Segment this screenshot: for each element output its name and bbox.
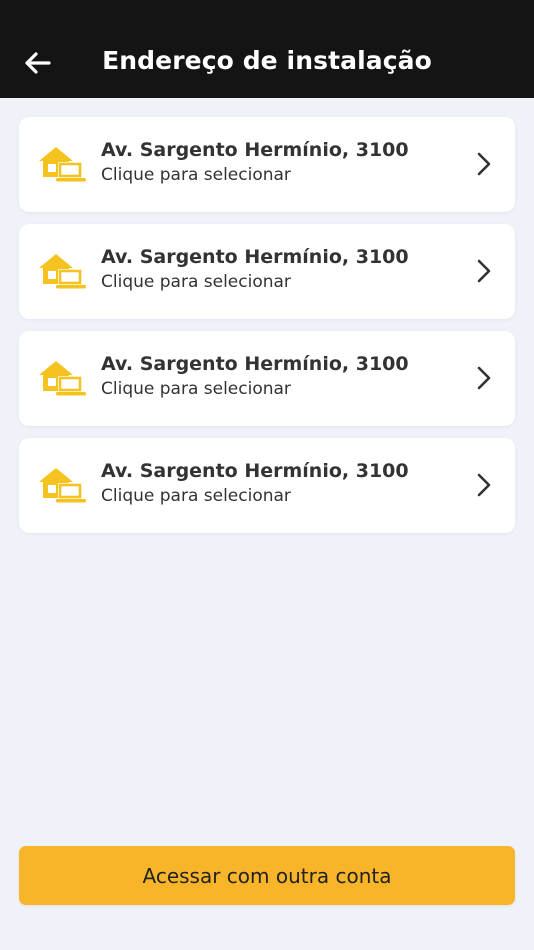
home-laptop-icon xyxy=(39,468,86,503)
address-text: Av. Sargento Hermínio, 3100 Clique para … xyxy=(101,138,409,188)
address-card[interactable]: Av. Sargento Hermínio, 3100 Clique para … xyxy=(19,117,515,212)
address-card[interactable]: Av. Sargento Hermínio, 3100 Clique para … xyxy=(19,438,515,533)
address-list: Av. Sargento Hermínio, 3100 Clique para … xyxy=(19,117,515,545)
address-title: Av. Sargento Hermínio, 3100 xyxy=(101,460,409,482)
home-laptop-icon xyxy=(39,147,86,182)
page-title: Endereço de instalação xyxy=(102,46,432,75)
address-text: Av. Sargento Hermínio, 3100 Clique para … xyxy=(101,352,409,402)
address-title: Av. Sargento Hermínio, 3100 xyxy=(101,246,409,268)
app-screen: Endereço de instalação Av. Sargento Herm… xyxy=(0,0,534,950)
address-title: Av. Sargento Hermínio, 3100 xyxy=(101,353,409,375)
chevron-right-icon xyxy=(477,259,491,283)
address-card[interactable]: Av. Sargento Hermínio, 3100 Clique para … xyxy=(19,331,515,426)
app-header: Endereço de instalação xyxy=(0,0,534,98)
home-laptop-icon xyxy=(39,361,86,396)
address-subtitle: Clique para selecionar xyxy=(101,379,291,399)
address-card[interactable]: Av. Sargento Hermínio, 3100 Clique para … xyxy=(19,224,515,319)
address-text: Av. Sargento Hermínio, 3100 Clique para … xyxy=(101,245,409,295)
address-subtitle: Clique para selecionar xyxy=(101,272,291,292)
other-account-button[interactable]: Acessar com outra conta xyxy=(19,846,515,905)
chevron-right-icon xyxy=(477,473,491,497)
address-title: Av. Sargento Hermínio, 3100 xyxy=(101,139,409,161)
address-text: Av. Sargento Hermínio, 3100 Clique para … xyxy=(101,459,409,509)
address-subtitle: Clique para selecionar xyxy=(101,486,291,506)
address-subtitle: Clique para selecionar xyxy=(101,165,291,185)
chevron-right-icon xyxy=(477,152,491,176)
chevron-right-icon xyxy=(477,366,491,390)
home-laptop-icon xyxy=(39,254,86,289)
